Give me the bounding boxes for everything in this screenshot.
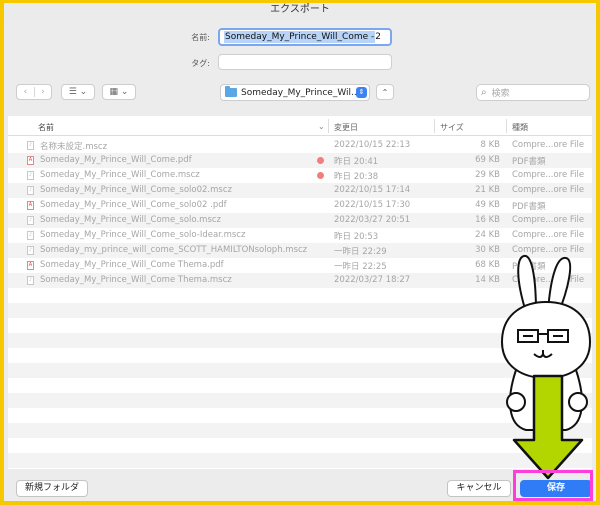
file-date: 昨日 20:41	[334, 157, 379, 167]
file-size: 49 KB	[475, 200, 500, 210]
file-row[interactable]: ♪ Someday_My_Prince_Will_Come_solo02.mscz…	[8, 183, 592, 198]
file-name: Someday_My_Prince_Will_Come Thema.pdf	[40, 260, 224, 270]
score-file-icon: ♪	[27, 171, 34, 180]
filename-selected-text: Someday_My_Prince_Will_Come -	[224, 31, 376, 43]
file-date: 2022/03/27 18:27	[334, 275, 411, 285]
file-date: 一昨日 22:25	[334, 262, 387, 272]
column-name[interactable]: 名前	[38, 122, 54, 133]
file-name: Someday_My_Prince_Will_Come.mscz	[40, 170, 200, 180]
pdf-file-icon: A	[27, 156, 34, 165]
file-row[interactable]: A Someday_My_Prince_Will_Come.pdf 昨日 20:41…	[8, 153, 592, 168]
column-kind[interactable]: 種類	[512, 122, 528, 133]
file-size: 8 KB	[480, 140, 500, 150]
forward-button[interactable]: ›	[33, 87, 51, 97]
file-name: Someday_My_Prince_Will_Come.pdf	[40, 155, 192, 165]
search-placeholder: 検索	[491, 89, 510, 99]
file-kind: Compre...ore File	[512, 185, 585, 195]
list-view-button[interactable]: ☰ ⌄	[61, 84, 95, 100]
search-input[interactable]: ⌕ 検索	[476, 84, 590, 101]
location-label: Someday_My_Prince_Wil...	[241, 87, 360, 98]
file-date: 2022/10/15 17:14	[334, 185, 411, 195]
file-kind: Compre...ore File	[512, 230, 585, 240]
search-icon: ⌕	[481, 87, 487, 98]
red-tag-icon	[317, 172, 324, 179]
file-date: 昨日 20:53	[334, 232, 379, 242]
score-file-icon: ♪	[27, 246, 34, 255]
rabbit-mascot-illustration	[500, 255, 592, 480]
file-kind: PDF書類	[512, 157, 546, 167]
file-date: 2022/03/27 20:51	[334, 215, 411, 225]
file-kind: Compre...ore File	[512, 140, 585, 150]
grid-view-button[interactable]: ▦ ⌄	[102, 84, 136, 100]
back-button[interactable]: ‹	[17, 87, 34, 97]
file-row[interactable]: ♪ Someday_My_Prince_Will_Come_solo-Idear.…	[8, 228, 592, 243]
collapse-dialog-button[interactable]: ⌃	[376, 84, 394, 100]
score-file-icon: ♪	[27, 231, 34, 240]
score-file-icon: ♪	[27, 216, 34, 225]
file-row[interactable]: ♪ Someday_My_Prince_Will_Come_solo.mscz 20…	[8, 213, 592, 228]
file-size: 69 KB	[475, 155, 500, 165]
new-folder-button[interactable]: 新規フォルダ	[16, 480, 88, 497]
file-date: 一昨日 22:29	[334, 247, 387, 257]
file-date: 昨日 20:38	[334, 172, 379, 182]
folder-icon	[225, 86, 237, 97]
filename-tail-text: 2	[375, 32, 381, 42]
location-popup[interactable]: Someday_My_Prince_Wil... ⇕	[220, 84, 370, 101]
file-size: 29 KB	[475, 170, 500, 180]
file-name: Someday_My_Prince_Will_Come_solo-Idear.m…	[40, 230, 246, 240]
file-size: 21 KB	[475, 185, 500, 195]
pdf-file-icon: A	[27, 261, 34, 270]
tag-input[interactable]	[218, 54, 392, 70]
column-date[interactable]: 変更日	[334, 122, 358, 133]
updown-arrows-icon: ⇕	[356, 87, 367, 98]
file-name: Someday_my_prince_will_come_SCOTT_HAMILT…	[40, 245, 308, 255]
tag-label: タグ:	[191, 59, 210, 68]
file-size: 24 KB	[475, 230, 500, 240]
file-kind: PDF書類	[512, 202, 546, 212]
file-kind: Compre...ore File	[512, 215, 585, 225]
file-size: 16 KB	[475, 215, 500, 225]
file-row[interactable]: ♪ Someday_My_Prince_Will_Come.mscz 昨日 20:3…	[8, 168, 592, 183]
column-header: 名前 ⌄ 変更日 サイズ 種類	[8, 116, 592, 136]
filename-input[interactable]: Someday_My_Prince_Will_Come - 2	[218, 28, 392, 46]
file-name: Someday_My_Prince_Will_Come Thema.mscz	[40, 275, 232, 285]
file-row[interactable]: A Someday_My_Prince_Will_Come_solo02 .pdf…	[8, 198, 592, 213]
name-label: 名前:	[191, 33, 210, 42]
file-name: Someday_My_Prince_Will_Come_solo.mscz	[40, 215, 222, 225]
file-date: 2022/10/15 22:13	[334, 140, 411, 150]
red-tag-icon	[317, 157, 324, 164]
nav-button-group: ‹ ›	[16, 84, 52, 100]
pdf-file-icon: A	[27, 201, 34, 210]
score-file-icon: ♪	[27, 186, 34, 195]
dialog-title: エクスポート	[4, 3, 596, 19]
file-kind: Compre...ore File	[512, 170, 585, 180]
file-row[interactable]: ♪ 名称未設定.mscz 2022/10/15 22:13 8 KB Compre...…	[8, 138, 592, 153]
cancel-button[interactable]: キャンセル	[447, 480, 511, 497]
file-name: Someday_My_Prince_Will_Come_solo02.mscz	[40, 185, 232, 195]
file-name: Someday_My_Prince_Will_Come_solo02 .pdf	[40, 200, 227, 210]
sort-chevron-icon[interactable]: ⌄	[318, 122, 325, 131]
file-date: 2022/10/15 17:30	[334, 200, 411, 210]
file-name: 名称未設定.mscz	[40, 142, 108, 152]
column-size[interactable]: サイズ	[440, 122, 464, 133]
score-file-icon: ♪	[27, 276, 34, 285]
score-file-icon: ♪	[27, 141, 34, 150]
save-highlight-box	[513, 470, 593, 501]
